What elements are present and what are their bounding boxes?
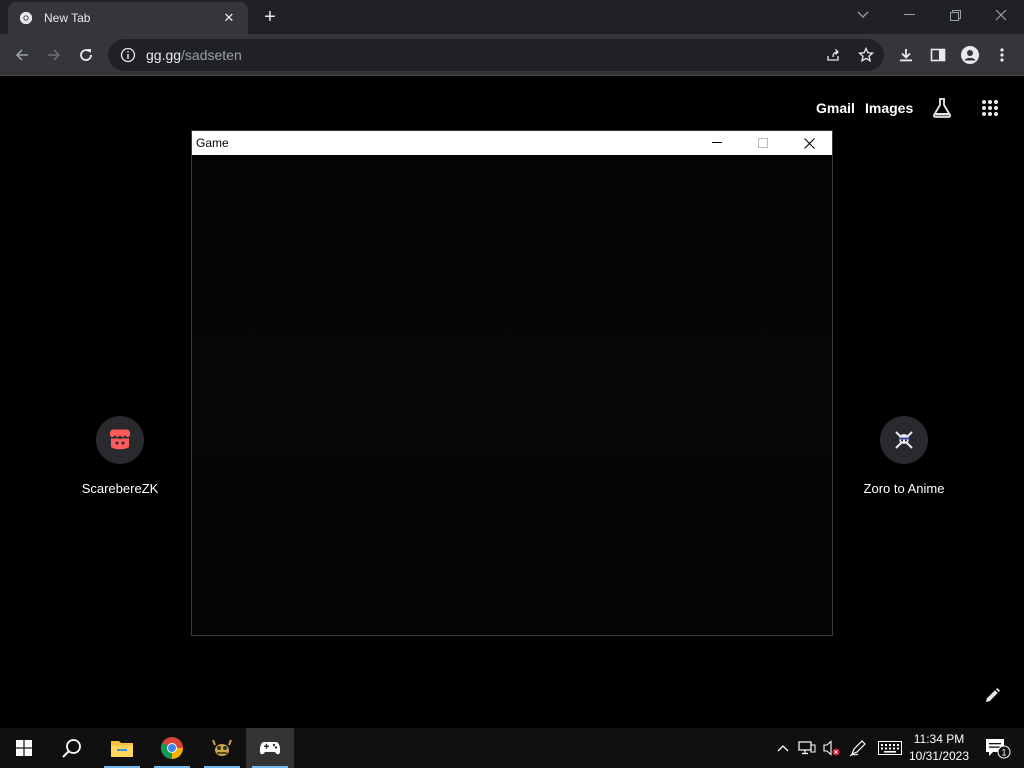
screen: New Tab ✕ + gg.gg/sadseten Gmail Images … <box>0 0 1024 768</box>
side-panel-icon[interactable] <box>923 40 953 70</box>
close-window-button[interactable] <box>978 0 1024 30</box>
zoro-skull-icon <box>880 416 928 464</box>
url-path: /sadseten <box>181 47 242 63</box>
chrome-icon <box>18 10 34 26</box>
shortcut-scarebere[interactable]: ScarebereZK <box>60 416 180 496</box>
clock-date: 10/31/2023 <box>908 749 970 763</box>
itch-io-icon <box>96 416 144 464</box>
clock-time: 11:34 PM <box>913 732 965 746</box>
profile-icon[interactable] <box>955 40 985 70</box>
shortcut-label: Zoro to Anime <box>863 481 945 496</box>
taskbar: 11:34 PM 10/31/2023 1 <box>0 728 1024 768</box>
browser-toolbar: gg.gg/sadseten <box>0 34 1024 76</box>
new-tab-button[interactable]: + <box>258 5 282 29</box>
touch-keyboard-icon[interactable] <box>876 728 904 768</box>
url-host: gg.gg <box>146 47 182 63</box>
tab-title: New Tab <box>44 11 91 25</box>
search-icon[interactable] <box>48 728 96 768</box>
pen-workspace-icon[interactable] <box>846 728 870 768</box>
share-icon[interactable] <box>818 39 848 71</box>
site-info-icon[interactable] <box>120 47 136 63</box>
address-bar[interactable]: gg.gg/sadseten <box>108 39 884 71</box>
shortcut-label: ScarebereZK <box>81 481 159 496</box>
file-explorer-icon[interactable] <box>98 728 146 768</box>
bookmark-star-icon[interactable] <box>851 39 881 71</box>
show-hidden-icons-chevron-icon[interactable] <box>772 728 794 768</box>
clock[interactable]: 11:34 PM 10/31/2023 <box>906 731 972 765</box>
tab-close-button[interactable]: ✕ <box>220 10 238 26</box>
volume-muted-icon[interactable] <box>820 728 842 768</box>
game-minimize-button[interactable] <box>694 131 740 155</box>
apps-grid-icon[interactable] <box>978 96 1002 120</box>
minimize-button[interactable] <box>886 0 932 30</box>
game-titlebar[interactable]: Game <box>192 131 832 155</box>
restore-button[interactable] <box>932 0 978 30</box>
tab-new-tab[interactable]: New Tab ✕ <box>8 2 248 34</box>
notification-center-icon[interactable]: 1 <box>978 728 1018 768</box>
downloads-icon[interactable] <box>891 40 921 70</box>
labs-flask-icon[interactable] <box>930 96 954 120</box>
notification-count: 1 <box>1001 748 1006 758</box>
forward-icon[interactable] <box>39 40 69 70</box>
game-close-button[interactable] <box>786 131 832 155</box>
start-button[interactable] <box>0 728 48 768</box>
chrome-taskbar-icon[interactable] <box>148 728 196 768</box>
menu-kebab-icon[interactable] <box>987 40 1017 70</box>
game-controller-icon[interactable] <box>246 728 294 768</box>
tab-search-icon[interactable] <box>840 0 886 30</box>
customize-pencil-icon[interactable] <box>982 686 1002 706</box>
game-canvas[interactable] <box>192 155 832 635</box>
gmail-link[interactable]: Gmail <box>816 100 855 116</box>
game-window-title: Game <box>196 136 229 150</box>
shortcut-zoro[interactable]: Zoro to Anime <box>844 416 964 496</box>
game-window[interactable]: Game <box>191 130 833 636</box>
tab-strip: New Tab ✕ + <box>0 0 1024 34</box>
network-icon[interactable] <box>796 728 818 768</box>
game-app-icon[interactable] <box>198 728 246 768</box>
images-link[interactable]: Images <box>865 100 913 116</box>
reload-icon[interactable] <box>71 40 101 70</box>
back-icon[interactable] <box>7 40 37 70</box>
game-maximize-button[interactable] <box>740 131 786 155</box>
